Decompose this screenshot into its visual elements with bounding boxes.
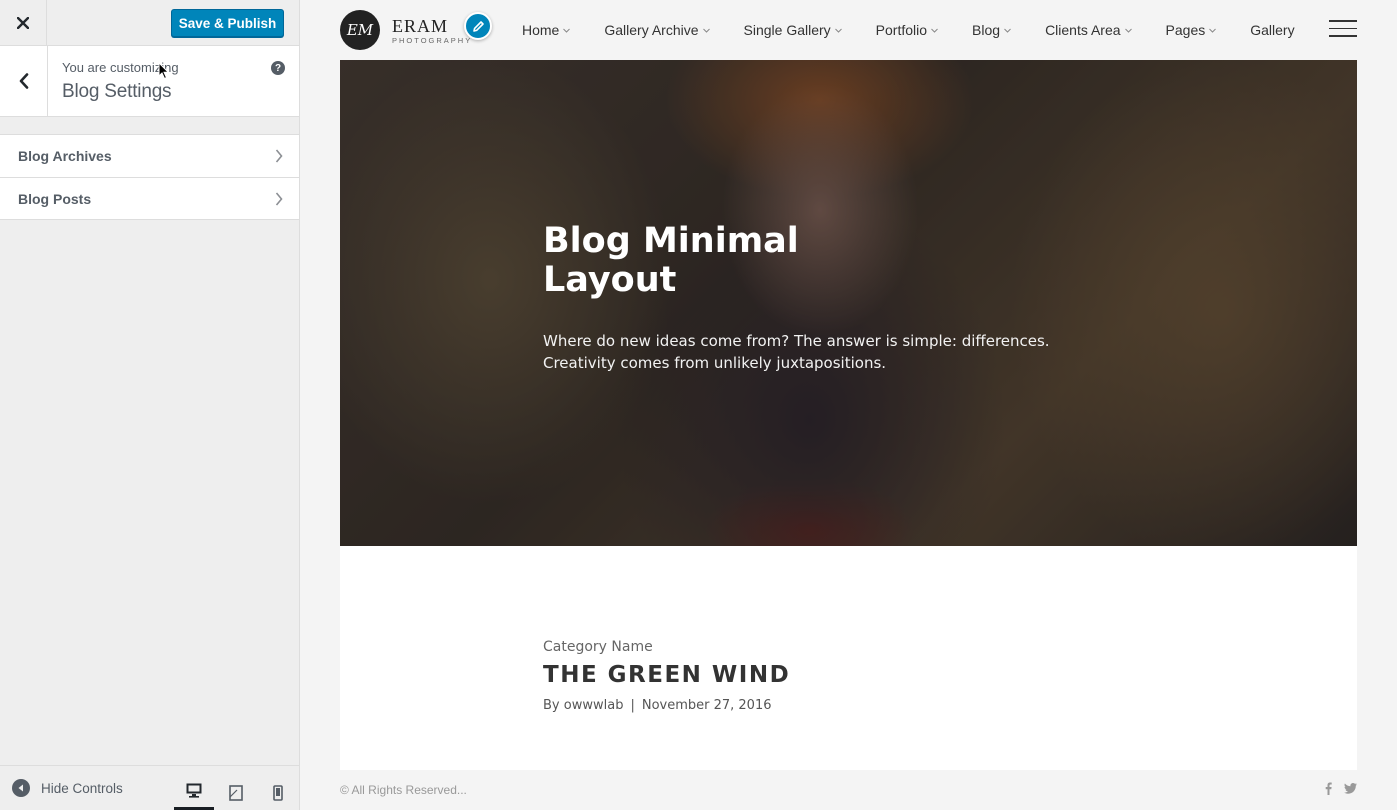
nav-gallery[interactable]: Gallery (1250, 22, 1294, 38)
nav-single-gallery[interactable]: Single Gallery (744, 22, 842, 38)
panel-blog-archives[interactable]: Blog Archives (0, 134, 299, 177)
nav-gallery-archive[interactable]: Gallery Archive (604, 22, 710, 38)
site-footer: © All Rights Reserved... (340, 770, 1357, 810)
chevron-right-icon (275, 149, 283, 163)
chevron-down-icon (931, 28, 938, 33)
pencil-icon (472, 20, 484, 32)
facebook-icon[interactable] (1325, 782, 1332, 795)
device-desktop-button[interactable] (174, 774, 214, 810)
panel-label: Blog Posts (18, 190, 92, 207)
hide-controls-label: Hide Controls (41, 780, 123, 796)
nav-blog[interactable]: Blog (972, 22, 1011, 38)
post-date[interactable]: November 27, 2016 (642, 698, 772, 713)
nav-home[interactable]: Home (522, 22, 571, 38)
twitter-icon[interactable] (1344, 783, 1357, 794)
nav-label: Portfolio (875, 22, 928, 38)
chevron-right-icon (275, 192, 283, 206)
chevron-down-icon (702, 28, 710, 33)
mobile-icon (273, 784, 283, 801)
nav-label: Gallery (1250, 22, 1295, 38)
edit-shortcut-button[interactable] (464, 12, 492, 40)
chevron-down-icon (834, 28, 842, 33)
device-tablet-button[interactable] (216, 774, 256, 810)
hero-banner: Blog Minimal Layout Where do new ideas c… (340, 60, 1357, 546)
post-meta: By owwwlab | November 27, 2016 (543, 698, 772, 713)
panel-list: Blog Archives Blog Posts (0, 134, 299, 220)
panel-blog-posts[interactable]: Blog Posts (0, 177, 299, 220)
close-icon (17, 17, 29, 29)
section-title: You are customizing Blog Settings ? (0, 46, 299, 117)
site-header: EM ERAM PHOTOGRAPHY Home Gallery Archive… (340, 0, 1357, 60)
chevron-down-icon (563, 28, 571, 33)
nav-label: Gallery Archive (604, 22, 699, 38)
nav-label: Home (522, 22, 560, 38)
site-preview: EM ERAM PHOTOGRAPHY Home Gallery Archive… (300, 0, 1397, 810)
nav-pages[interactable]: Pages (1166, 22, 1217, 38)
customizer-header: Save & Publish (0, 0, 299, 46)
close-customizer-button[interactable] (0, 0, 47, 46)
device-mobile-button[interactable] (258, 774, 298, 810)
logo-mark[interactable]: EM (340, 10, 380, 50)
copyright-text: © All Rights Reserved... (340, 783, 467, 797)
customizer-sidebar: Save & Publish You are customizing Blog … (0, 0, 300, 810)
chevron-down-icon (1209, 28, 1217, 33)
nav-label: Single Gallery (743, 22, 831, 38)
tablet-icon (229, 784, 243, 801)
logo-tagline: PHOTOGRAPHY (392, 36, 473, 45)
current-section-title: Blog Settings (62, 81, 172, 102)
logo-name[interactable]: ERAM (392, 16, 448, 37)
post-category[interactable]: Category Name (543, 639, 653, 655)
mouse-cursor-icon (158, 62, 170, 80)
post-author[interactable]: owwwlab (564, 698, 624, 713)
collapse-icon (12, 779, 30, 797)
nav-label: Blog (972, 22, 1001, 38)
customizer-footer: Hide Controls (0, 765, 299, 810)
social-links (1313, 782, 1357, 795)
meta-separator: | (630, 698, 635, 713)
save-publish-button[interactable]: Save & Publish (171, 9, 284, 37)
chevron-down-icon (1004, 28, 1011, 33)
post-list: Category Name THE GREEN WIND By owwwlab … (340, 546, 1357, 770)
panel-label: Blog Archives (18, 148, 112, 164)
help-icon[interactable]: ? (271, 61, 285, 75)
nav-label: Clients Area (1045, 22, 1121, 38)
chevron-left-icon (19, 73, 28, 89)
main-nav: Home Gallery Archive Single Gallery Port… (522, 0, 1295, 60)
nav-clients-area[interactable]: Clients Area (1045, 22, 1132, 38)
hide-controls-button[interactable]: Hide Controls (12, 779, 123, 797)
back-button[interactable] (0, 46, 48, 116)
post-title[interactable]: THE GREEN WIND (543, 662, 790, 688)
nav-portfolio[interactable]: Portfolio (876, 22, 938, 38)
author-prefix: By (543, 698, 560, 713)
nav-label: Pages (1165, 22, 1206, 38)
hamburger-menu-icon[interactable] (1329, 20, 1357, 38)
desktop-icon (186, 783, 202, 798)
hero-title: Blog Minimal Layout (543, 221, 799, 300)
chevron-down-icon (1124, 28, 1132, 33)
hero-subtitle: Where do new ideas come from? The answer… (543, 332, 1050, 372)
